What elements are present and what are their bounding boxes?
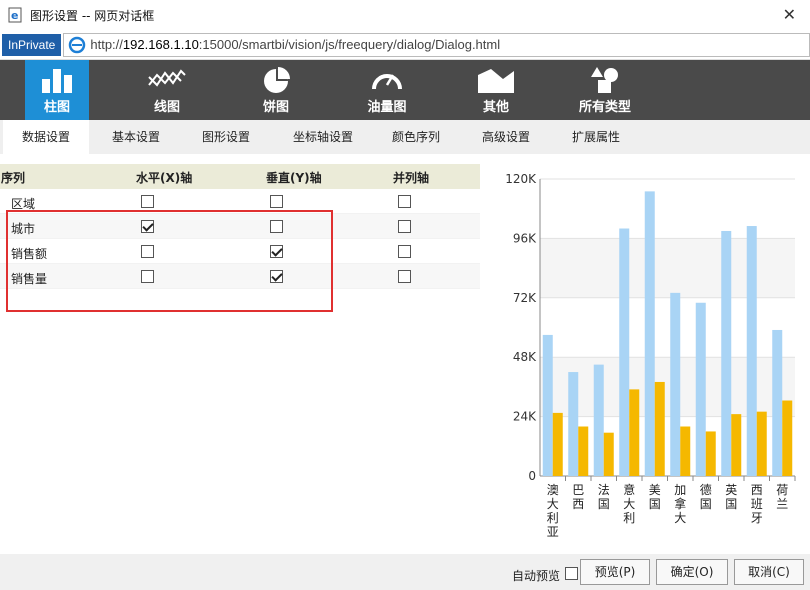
- x-tick-label: 荷兰: [776, 483, 788, 511]
- url-text: http://192.168.1.10:15000/smartbi/vision…: [90, 37, 501, 52]
- bar: [670, 292, 681, 476]
- inprivate-badge: InPrivate: [2, 33, 62, 56]
- x-tick-label: 意大利: [623, 482, 635, 525]
- bar: [680, 426, 691, 476]
- y-tick-label: 24K: [513, 410, 537, 424]
- grid-header: 序列 水平(X)轴 垂直(Y)轴 并列轴: [0, 164, 480, 189]
- type-pie-chart[interactable]: 饼图: [244, 60, 308, 120]
- parallel-axis-checkbox[interactable]: [398, 245, 411, 258]
- svg-text:e: e: [11, 9, 18, 22]
- bar: [756, 411, 767, 476]
- pie-chart-icon: [264, 67, 290, 93]
- auto-preview-label: 自动预览: [512, 569, 561, 583]
- bar: [593, 364, 604, 476]
- x-tick-label: 美国: [649, 483, 661, 511]
- type-label: 柱图: [43, 100, 70, 115]
- y-axis-checkbox[interactable]: [270, 195, 283, 208]
- header-parallel-axis: 并列轴: [393, 171, 430, 185]
- x-tick-label: 澳大利亚: [547, 483, 559, 539]
- tab-advanced-settings[interactable]: 高级设置: [463, 120, 549, 154]
- type-label: 饼图: [262, 100, 289, 115]
- settings-tabs: 数据设置 基本设置 图形设置 坐标轴设置 颜色序列 高级设置 扩展属性: [0, 120, 810, 154]
- type-bar-chart[interactable]: 柱图: [25, 60, 89, 120]
- ok-button[interactable]: 确定(O): [656, 559, 728, 585]
- chart-svg: 0 24K 48K 72K 96K 120K 澳大利亚 巴西法国 意大利 美国 加拿大 德国英国 西班牙…: [505, 172, 796, 539]
- bar: [731, 414, 742, 476]
- y-tick-label: 48K: [513, 350, 537, 364]
- bar: [629, 389, 640, 476]
- y-tick-label: 72K: [513, 291, 537, 305]
- bar-chart-icon: [42, 69, 72, 93]
- tab-data-settings[interactable]: 数据设置: [3, 120, 89, 154]
- bar: [542, 334, 553, 476]
- x-tick-label: 西班牙: [751, 483, 763, 525]
- window-title: 图形设置 -- 网页对话框: [30, 8, 155, 23]
- ie-logo-icon: [69, 36, 86, 53]
- x-axis-checkbox[interactable]: [141, 195, 154, 208]
- y-tick-label: 96K: [513, 231, 537, 245]
- auto-preview-checkbox[interactable]: [565, 567, 578, 580]
- header-series: 序列: [1, 171, 26, 185]
- title-bar: e 图形设置 -- 网页对话框 ✕: [0, 0, 810, 30]
- tab-axis-settings[interactable]: 坐标轴设置: [278, 120, 368, 154]
- x-tick-label: 巴西: [572, 483, 584, 511]
- parallel-axis-checkbox[interactable]: [398, 195, 411, 208]
- tab-basic-settings[interactable]: 基本设置: [93, 120, 179, 154]
- bar: [568, 372, 579, 476]
- cancel-button[interactable]: 取消(C): [734, 559, 804, 585]
- type-line-chart[interactable]: 线图: [135, 60, 199, 120]
- bar: [721, 230, 732, 476]
- x-tick-label: 英国: [725, 483, 737, 511]
- type-label: 所有类型: [578, 100, 631, 115]
- type-other-chart[interactable]: 其他: [464, 60, 528, 120]
- bar: [654, 381, 665, 476]
- chart-type-bar: 柱图 线图 饼图 油量图 其他 所有类型: [0, 60, 810, 120]
- close-icon[interactable]: ✕: [783, 5, 796, 24]
- tab-extended-properties[interactable]: 扩展属性: [553, 120, 639, 154]
- tab-graphic-settings[interactable]: 图形设置: [183, 120, 269, 154]
- x-tick-label: 加拿大: [674, 483, 686, 525]
- y-tick-label: 120K: [505, 172, 537, 186]
- gauge-icon: [372, 74, 402, 90]
- ie-page-icon: e: [8, 7, 22, 23]
- bar: [705, 431, 716, 476]
- url-field[interactable]: http://192.168.1.10:15000/smartbi/vision…: [63, 32, 810, 57]
- bar: [552, 412, 563, 476]
- bar: [603, 432, 614, 476]
- type-all-charts[interactable]: 所有类型: [573, 60, 637, 120]
- header-y-axis: 垂直(Y)轴: [266, 171, 322, 185]
- bar: [695, 302, 706, 476]
- shapes-icon: [591, 67, 618, 93]
- bar: [644, 191, 655, 476]
- area-chart-icon: [478, 69, 514, 93]
- highlight-box: [6, 210, 333, 312]
- bar: [578, 426, 589, 476]
- y-tick-label: 0: [528, 469, 536, 483]
- bar: [619, 228, 630, 476]
- bar: [772, 329, 783, 476]
- x-tick-label: 德国: [700, 482, 712, 511]
- bar: [746, 226, 757, 476]
- type-label: 油量图: [367, 100, 407, 115]
- dialog-footer: 自动预览 预览(P) 确定(O) 取消(C): [0, 554, 810, 590]
- type-label: 其他: [482, 100, 509, 115]
- bar: [782, 400, 793, 476]
- header-x-axis: 水平(X)轴: [136, 171, 193, 185]
- parallel-axis-checkbox[interactable]: [398, 220, 411, 233]
- tab-color-series[interactable]: 颜色序列: [373, 120, 459, 154]
- type-label: 线图: [153, 100, 180, 115]
- preview-button[interactable]: 预览(P): [580, 559, 650, 585]
- address-bar: InPrivate http://192.168.1.10:15000/smar…: [0, 30, 810, 60]
- parallel-axis-checkbox[interactable]: [398, 270, 411, 283]
- type-gauge-chart[interactable]: 油量图: [355, 60, 419, 120]
- x-tick-label: 法国: [598, 483, 610, 511]
- line-chart-icon: [148, 69, 186, 87]
- preview-chart: 0 24K 48K 72K 96K 120K 澳大利亚 巴西 法国 意大利 美国 加拿大 德国 英国 西班牙…: [490, 164, 810, 554]
